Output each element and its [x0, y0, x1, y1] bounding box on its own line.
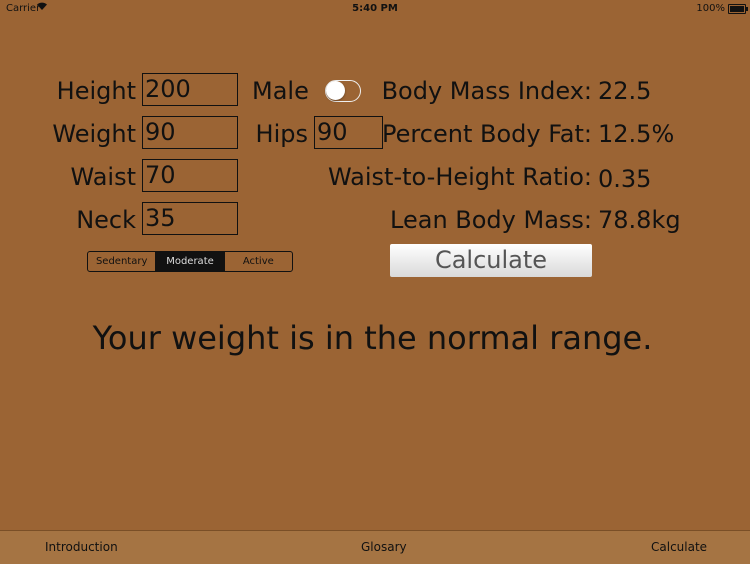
- battery-percent: 100%: [696, 3, 725, 14]
- height-label: Height: [56, 77, 136, 105]
- height-field[interactable]: 200: [142, 73, 238, 106]
- bodyfat-value: 12.5%: [598, 120, 675, 148]
- lbm-label: Lean Body Mass:: [390, 206, 592, 234]
- gender-label: Male: [252, 77, 309, 105]
- neck-field[interactable]: 35: [142, 202, 238, 235]
- calculate-button[interactable]: Calculate: [390, 244, 592, 277]
- result-message: Your weight is in the normal range.: [92, 319, 653, 357]
- status-bar: Carrier 5:40 PM 100%: [0, 0, 750, 17]
- whr-value: 0.35: [598, 165, 652, 193]
- activity-segmented-control[interactable]: Sedentary Moderate Active: [87, 251, 293, 272]
- tab-introduction[interactable]: Introduction: [45, 540, 118, 554]
- bmi-label: Body Mass Index:: [381, 77, 592, 105]
- segment-active[interactable]: Active: [225, 252, 292, 271]
- waist-label: Waist: [70, 163, 136, 191]
- tab-bar: Introduction Glosary Calculate: [0, 530, 750, 564]
- bodyfat-label: Percent Body Fat:: [382, 120, 592, 148]
- hips-label: Hips: [255, 120, 308, 148]
- neck-label: Neck: [76, 206, 136, 234]
- whr-label: Waist-to-Height Ratio:: [327, 163, 592, 191]
- weight-field[interactable]: 90: [142, 116, 238, 149]
- tab-glosary[interactable]: Glosary: [361, 540, 407, 554]
- lbm-value: 78.8kg: [598, 206, 681, 234]
- weight-label: Weight: [52, 120, 136, 148]
- waist-field[interactable]: 70: [142, 159, 238, 192]
- segment-sedentary[interactable]: Sedentary: [88, 252, 157, 271]
- clock: 5:40 PM: [352, 3, 398, 14]
- tab-calculate[interactable]: Calculate: [651, 540, 707, 554]
- segment-moderate[interactable]: Moderate: [156, 252, 225, 271]
- battery-icon: [728, 4, 748, 14]
- bmi-value: 22.5: [598, 77, 652, 105]
